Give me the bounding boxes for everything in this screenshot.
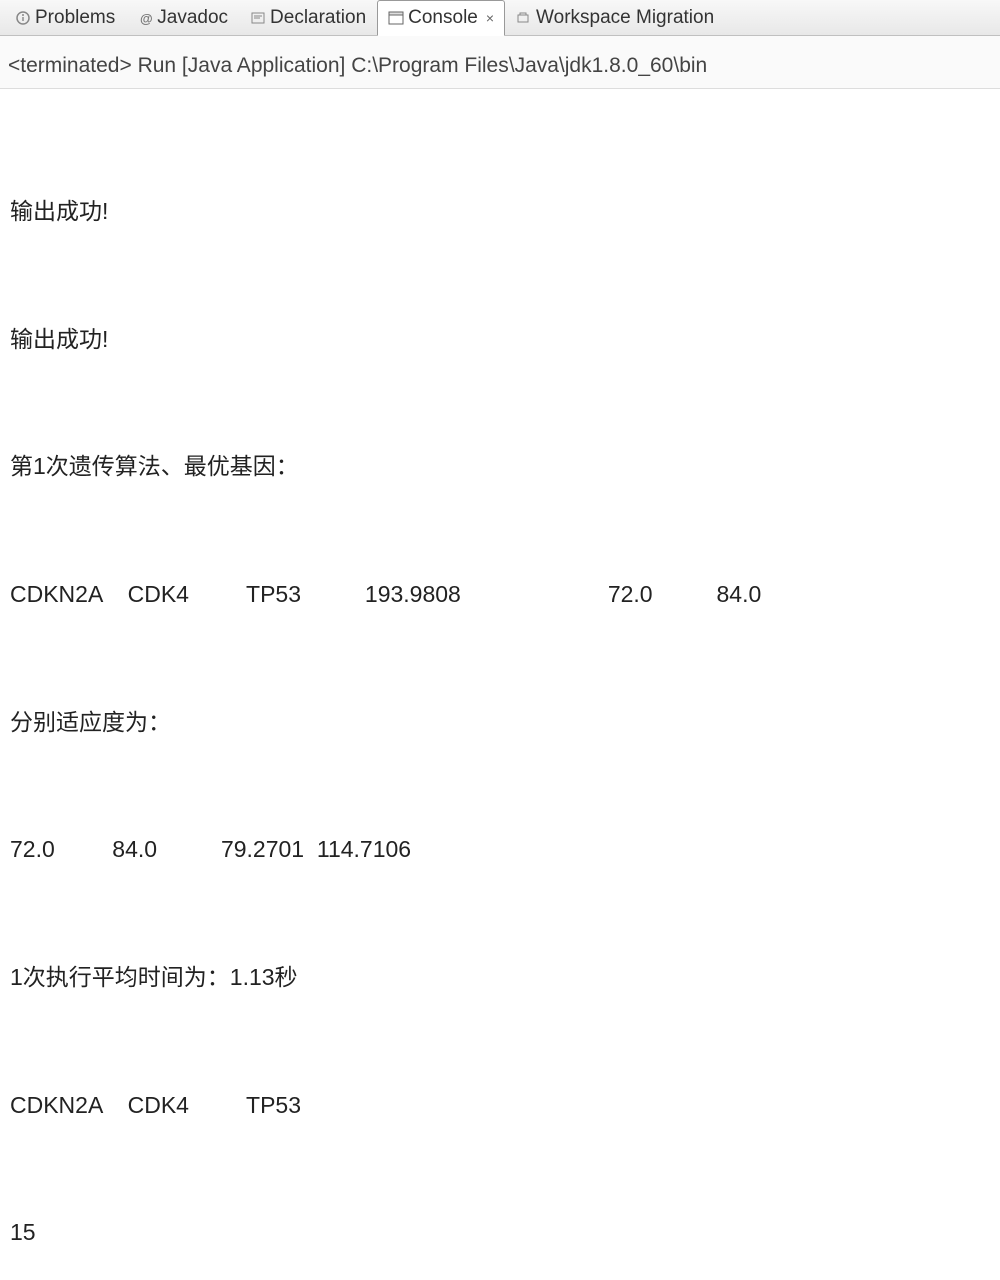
output-line: CDKN2A CDK4 TP53 193.9808 72.0 84.0 [10,573,990,616]
output-line: 分别适应度为： [10,701,990,744]
tab-label: Problems [35,7,115,29]
tab-label: Console [408,7,478,29]
console-status-bar: <terminated> Run [Java Application] C:\P… [0,36,1000,89]
output-line: 输出成功! [10,190,990,233]
close-icon[interactable]: × [486,10,494,26]
output-line: 输出成功! [10,318,990,361]
javadoc-icon: @ [137,10,153,26]
migration-icon [516,10,532,26]
tab-console[interactable]: Console × [377,0,505,36]
output-line: CDKN2A CDK4 TP53 [10,1084,990,1127]
tab-label: Declaration [270,7,366,29]
output-line: 1次执行平均时间为：1.13秒 [10,956,990,999]
problems-icon [15,10,31,26]
output-line: 15 [10,1211,990,1254]
tab-label: Workspace Migration [536,7,714,29]
tab-javadoc[interactable]: @ Javadoc [126,0,239,36]
tab-label: Javadoc [157,7,228,29]
tab-declaration[interactable]: Declaration [239,0,377,36]
declaration-icon [250,10,266,26]
tab-problems[interactable]: Problems [4,0,126,36]
output-line: 第1次遗传算法、最优基因： [10,445,990,488]
tab-workspace-migration[interactable]: Workspace Migration [505,0,725,36]
tab-bar: Problems @ Javadoc Declaration Console × [0,0,1000,36]
console-output[interactable]: 输出成功! 输出成功! 第1次遗传算法、最优基因： CDKN2A CDK4 TP… [0,89,1000,1280]
svg-text:@: @ [140,11,153,26]
output-line: 72.0 84.0 79.2701 114.7106 [10,828,990,871]
console-status-text: <terminated> Run [Java Application] C:\P… [8,54,707,77]
console-icon [388,10,404,26]
